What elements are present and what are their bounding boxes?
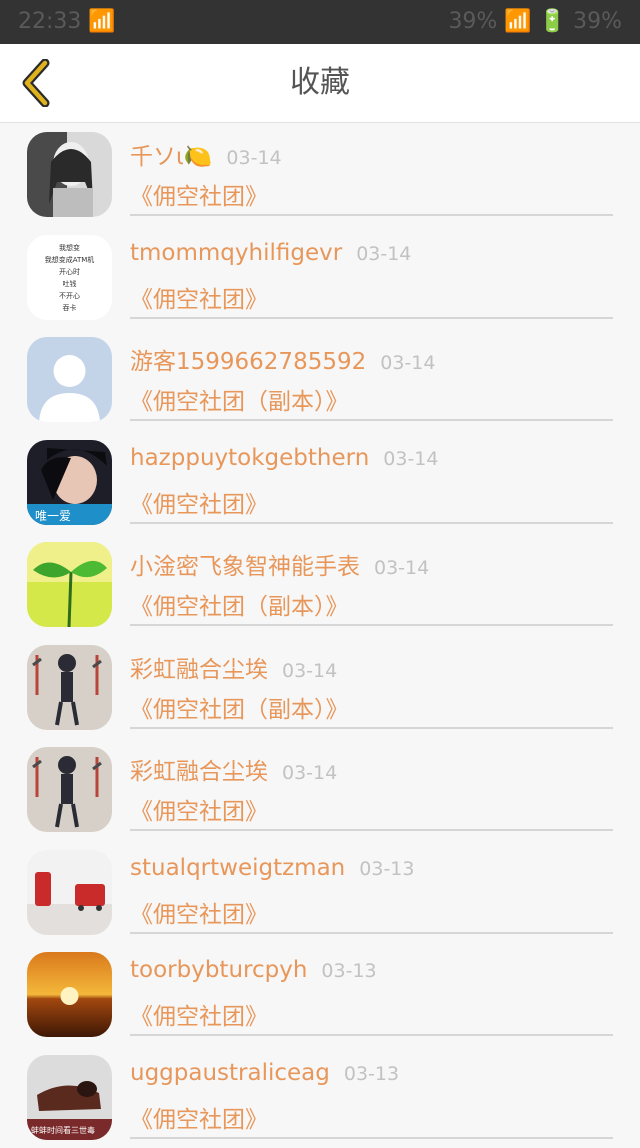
list-item[interactable]: toorbybturcpyh 03-13 《佣空社团》	[0, 943, 640, 1046]
user-nickname[interactable]: 彩虹融合尘埃	[130, 759, 268, 785]
divider	[130, 522, 613, 524]
timestamp: 03-13	[321, 960, 376, 982]
timestamp: 03-14	[282, 762, 337, 784]
avatar-text: 蚌蚌时间看三世毒	[31, 1125, 95, 1135]
avatar[interactable]	[27, 850, 112, 935]
group-title[interactable]: 《佣空社团》	[130, 280, 268, 314]
avatar-text: 吐钱	[63, 279, 77, 288]
list-item[interactable]: 彩虹融合尘埃 03-14 《佣空社团》	[0, 738, 640, 841]
list-item[interactable]: 彩虹融合尘埃 03-14 《佣空社团（副本）》	[0, 636, 640, 739]
timestamp: 03-13	[344, 1063, 399, 1085]
group-title[interactable]: 《佣空社团》	[130, 1100, 268, 1134]
name-line: 小淦密飞象智神能手表 03-14	[130, 547, 429, 581]
name-line: hazppuytokgebthern 03-14	[130, 445, 438, 471]
group-title[interactable]: 《佣空社团（副本）》	[130, 690, 349, 724]
avatar[interactable]	[27, 132, 112, 217]
avatar-text: 吞卡	[63, 303, 77, 312]
status-bar: 22:33 📶 39% 📶 🔋 39%	[0, 0, 640, 44]
name-line: toorbybturcpyh 03-13	[130, 957, 377, 983]
list-item[interactable]: 游客1599662785592 03-14 《佣空社团（副本）》	[0, 328, 640, 431]
user-nickname[interactable]: 千ソι🍋	[130, 144, 212, 170]
list-item[interactable]: 蚌蚌时间看三世毒 uggpaustraliceag 03-13 《佣空社团》	[0, 1046, 640, 1148]
name-line: stualqrtweigtzman 03-13	[130, 855, 414, 881]
page-title: 收藏	[0, 44, 640, 122]
divider	[130, 829, 613, 831]
group-title[interactable]: 《佣空社团》	[130, 792, 268, 826]
user-nickname[interactable]: toorbybturcpyh	[130, 957, 307, 983]
timestamp: 03-13	[359, 858, 414, 880]
divider	[130, 1034, 613, 1036]
avatar-text: 开心时	[59, 267, 80, 276]
name-line: uggpaustraliceag 03-13	[130, 1060, 399, 1086]
divider	[130, 624, 613, 626]
status-left: 22:33 📶	[18, 9, 116, 34]
name-line: 彩虹融合尘埃 03-14	[130, 752, 337, 786]
user-nickname[interactable]: 游客1599662785592	[130, 349, 366, 375]
user-nickname[interactable]: 小淦密飞象智神能手表	[130, 554, 360, 580]
avatar-text: 我想变	[59, 243, 80, 252]
avatar[interactable]: 唯一爱	[27, 440, 112, 525]
divider	[130, 214, 613, 216]
list-item[interactable]: 唯一爱 hazppuytokgebthern 03-14 《佣空社团》	[0, 431, 640, 534]
avatar[interactable]	[27, 645, 112, 730]
favorites-list: 千ソι🍋 03-14 《佣空社团》 我想变 我想变成ATM机 开心时 吐钱 不开心…	[0, 123, 640, 1148]
name-line: tmommqyhilfigevr 03-14	[130, 240, 411, 266]
name-line: 千ソι🍋 03-14	[130, 137, 282, 171]
user-nickname[interactable]: uggpaustraliceag	[130, 1060, 330, 1086]
avatar[interactable]	[27, 952, 112, 1037]
divider	[130, 932, 613, 934]
user-nickname[interactable]: tmommqyhilfigevr	[130, 240, 342, 266]
group-title[interactable]: 《佣空社团》	[130, 895, 268, 929]
timestamp: 03-14	[226, 147, 281, 169]
avatar-text: 我想变成ATM机	[45, 255, 95, 264]
timestamp: 03-14	[282, 660, 337, 682]
timestamp: 03-14	[380, 352, 435, 374]
divider	[130, 419, 613, 421]
avatar-text: 不开心	[59, 292, 80, 300]
status-right: 39% 📶 🔋 39%	[448, 9, 622, 34]
chevron-left-icon	[19, 59, 55, 107]
list-item[interactable]: stualqrtweigtzman 03-13 《佣空社团》	[0, 841, 640, 944]
name-line: 彩虹融合尘埃 03-14	[130, 650, 337, 684]
avatar[interactable]: 蚌蚌时间看三世毒	[27, 1055, 112, 1140]
name-line: 游客1599662785592 03-14	[130, 342, 435, 376]
avatar-text: 唯一爱	[35, 509, 71, 523]
group-title[interactable]: 《佣空社团（副本）》	[130, 587, 349, 621]
user-nickname[interactable]: hazppuytokgebthern	[130, 445, 369, 471]
list-item[interactable]: 我想变 我想变成ATM机 开心时 吐钱 不开心 吞卡 tmommqyhilfig…	[0, 226, 640, 329]
user-nickname[interactable]: stualqrtweigtzman	[130, 855, 345, 881]
timestamp: 03-14	[383, 448, 438, 470]
title-bar: 收藏	[0, 44, 640, 123]
avatar[interactable]	[27, 542, 112, 627]
group-title[interactable]: 《佣空社团》	[130, 485, 268, 519]
group-title[interactable]: 《佣空社团》	[130, 177, 268, 211]
divider	[130, 727, 613, 729]
avatar[interactable]	[27, 337, 112, 422]
list-item[interactable]: 千ソι🍋 03-14 《佣空社团》	[0, 123, 640, 226]
group-title[interactable]: 《佣空社团》	[130, 997, 268, 1031]
timestamp: 03-14	[374, 557, 429, 579]
back-button[interactable]	[10, 56, 64, 110]
list-item[interactable]: 小淦密飞象智神能手表 03-14 《佣空社团（副本）》	[0, 533, 640, 636]
avatar[interactable]	[27, 747, 112, 832]
divider	[130, 317, 613, 319]
user-nickname[interactable]: 彩虹融合尘埃	[130, 657, 268, 683]
group-title[interactable]: 《佣空社团（副本）》	[130, 382, 349, 416]
avatar[interactable]: 我想变 我想变成ATM机 开心时 吐钱 不开心 吞卡	[27, 235, 112, 320]
timestamp: 03-14	[356, 243, 411, 265]
